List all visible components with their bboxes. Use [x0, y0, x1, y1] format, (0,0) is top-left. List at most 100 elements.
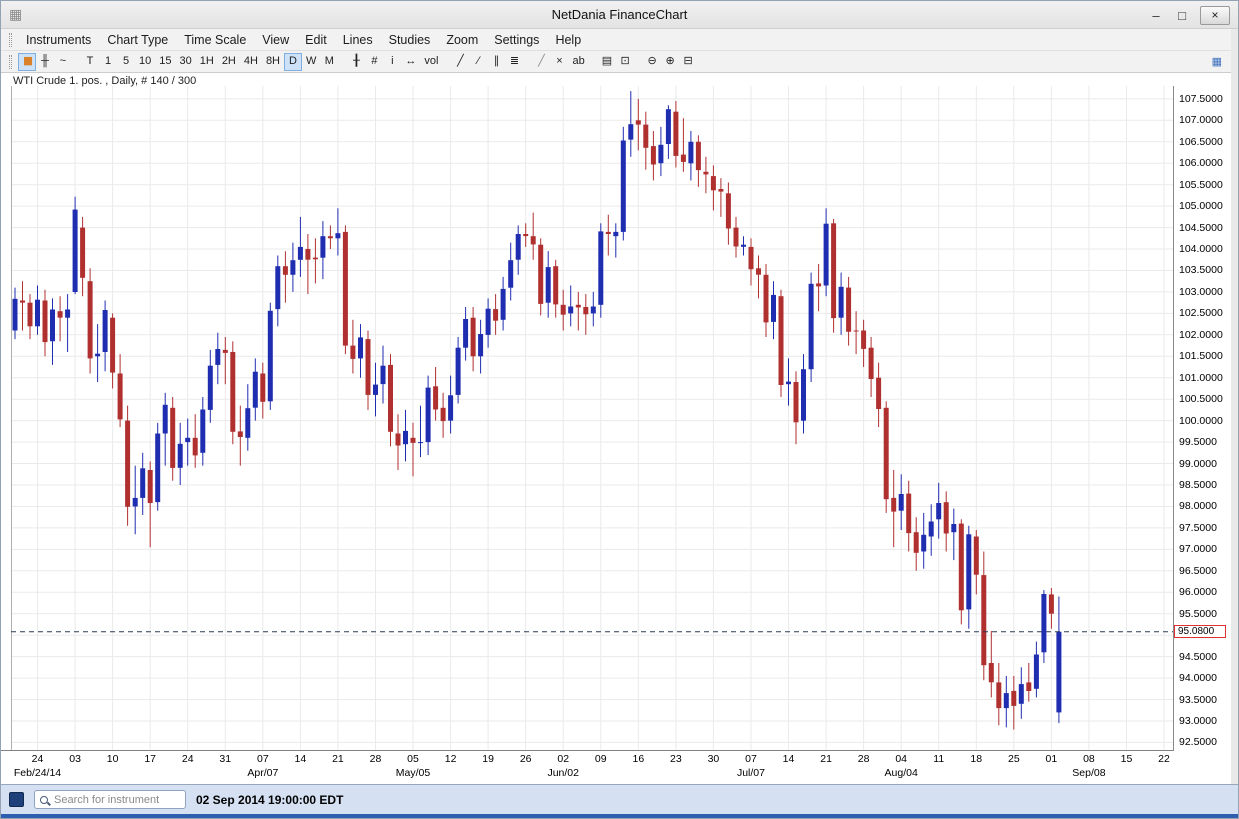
x-axis-week-label: 02	[548, 753, 578, 765]
toolbar-separator	[442, 53, 451, 71]
menu-bar: InstrumentsChart TypeTime ScaleViewEditL…	[1, 29, 1238, 51]
zoom-reset-button[interactable]: ⊟	[679, 53, 697, 71]
price-axis[interactable]: 107.5000107.0000106.5000106.0000105.5000…	[1173, 86, 1232, 751]
bottom-accent-strip	[1, 814, 1238, 819]
volume-indicator-button[interactable]: vol	[420, 53, 442, 71]
candlestick-series	[13, 91, 1062, 729]
chart-link-button[interactable]: ▦	[1208, 53, 1226, 71]
window-right-frame	[1231, 29, 1239, 784]
candlestick-chart[interactable]	[1, 86, 1173, 751]
y-axis-tick-label: 93.5000	[1179, 694, 1217, 706]
y-axis-tick-label: 100.5000	[1179, 393, 1223, 405]
menu-item-instruments[interactable]: Instruments	[18, 31, 99, 49]
ray-line-tool-button[interactable]: ∕	[469, 53, 487, 71]
fibonacci-tool-button[interactable]: ≣	[505, 53, 523, 71]
line-chart-button[interactable]: ~	[54, 53, 72, 71]
toolbar-buttons: ▮▮╫~T151015301H2H4H8HDWM╂#i↔vol╱∕∥≣╱×ab▤…	[18, 53, 697, 71]
interval-8h-button[interactable]: 8H	[262, 53, 284, 71]
instrument-search-box[interactable]	[34, 790, 186, 809]
edit-lines-button[interactable]: ╱	[532, 53, 550, 71]
time-axis[interactable]: 2403101724310714212805121926020916233007…	[1, 751, 1173, 783]
zoom-in-button[interactable]: ⊕	[661, 53, 679, 71]
interval-30m-button[interactable]: 30	[176, 53, 196, 71]
y-axis-tick-label: 101.5000	[1179, 350, 1223, 362]
x-axis-week-label: 21	[811, 753, 841, 765]
y-axis-tick-label: 105.0000	[1179, 200, 1223, 212]
title-bar[interactable]: ▦ NetDania FinanceChart – □ ×	[1, 1, 1238, 29]
y-axis-tick-label: 93.0000	[1179, 715, 1217, 727]
expand-horizontal-button[interactable]: ↔	[401, 53, 420, 71]
x-axis-week-label: 10	[98, 753, 128, 765]
interval-tick-button[interactable]: T	[81, 53, 99, 71]
interval-10m-button[interactable]: 10	[135, 53, 155, 71]
search-input[interactable]	[52, 793, 172, 807]
y-axis-tick-label: 107.0000	[1179, 114, 1223, 126]
x-axis-week-label: 15	[1111, 753, 1141, 765]
x-axis-week-label: 08	[1074, 753, 1104, 765]
y-axis-tick-label: 99.5000	[1179, 436, 1217, 448]
interval-1h-button[interactable]: 1H	[196, 53, 218, 71]
y-axis-tick-label: 103.0000	[1179, 286, 1223, 298]
maximize-button[interactable]: □	[1174, 8, 1190, 23]
menu-item-view[interactable]: View	[254, 31, 297, 49]
channel-tool-button[interactable]: ∥	[487, 53, 505, 71]
y-axis-tick-label: 96.0000	[1179, 586, 1217, 598]
text-label-tool-button[interactable]: ab	[568, 53, 588, 71]
menu-grip-handle[interactable]	[9, 33, 12, 47]
x-axis-month-label: Feb/24/14	[3, 767, 73, 779]
y-axis-tick-label: 98.5000	[1179, 479, 1217, 491]
y-axis-tick-label: 94.0000	[1179, 672, 1217, 684]
menu-item-lines[interactable]: Lines	[335, 31, 381, 49]
menu-item-studies[interactable]: Studies	[381, 31, 439, 49]
y-axis-tick-label: 92.5000	[1179, 736, 1217, 748]
menu-item-edit[interactable]: Edit	[297, 31, 335, 49]
close-button[interactable]: ×	[1200, 6, 1230, 25]
interval-5m-button[interactable]: 5	[117, 53, 135, 71]
menu-item-zoom[interactable]: Zoom	[438, 31, 486, 49]
menu-item-settings[interactable]: Settings	[486, 31, 547, 49]
y-axis-tick-label: 95.5000	[1179, 608, 1217, 620]
toolbar-separator	[634, 53, 643, 71]
x-axis-week-label: 11	[924, 753, 954, 765]
x-axis-week-label: 24	[173, 753, 203, 765]
zoom-out-button[interactable]: ⊖	[643, 53, 661, 71]
info-tool-button[interactable]: i	[383, 53, 401, 71]
toolbar-separator	[589, 53, 598, 71]
interval-15m-button[interactable]: 15	[155, 53, 175, 71]
minimize-button[interactable]: –	[1148, 8, 1164, 23]
interval-2h-button[interactable]: 2H	[218, 53, 240, 71]
y-axis-tick-label: 97.0000	[1179, 543, 1217, 555]
trend-line-tool-button[interactable]: ╱	[451, 53, 469, 71]
current-price-label: 95.0800	[1174, 625, 1226, 638]
y-axis-tick-label: 105.5000	[1179, 179, 1223, 191]
toolbar-grip-handle[interactable]	[9, 55, 12, 69]
x-axis-month-label: Aug/04	[866, 767, 936, 779]
x-axis-week-label: 14	[774, 753, 804, 765]
crosshair-tool-button[interactable]: ╂	[347, 53, 365, 71]
x-axis-week-label: 17	[135, 753, 165, 765]
zoom-area-button[interactable]: ⊡	[616, 53, 634, 71]
y-axis-tick-label: 101.0000	[1179, 372, 1223, 384]
y-axis-tick-label: 94.5000	[1179, 651, 1217, 663]
delete-lines-button[interactable]: ×	[550, 53, 568, 71]
candlestick-chart-button[interactable]: ▮▮	[18, 53, 36, 71]
grid-layer	[11, 86, 1173, 750]
ohlc-bar-chart-button[interactable]: ╫	[36, 53, 54, 71]
x-axis-month-label: May/05	[378, 767, 448, 779]
interval-1m-button[interactable]: 1	[99, 53, 117, 71]
menu-item-help[interactable]: Help	[547, 31, 589, 49]
x-axis-week-label: 01	[1036, 753, 1066, 765]
x-axis-month-label: Jun/02	[528, 767, 598, 779]
menu-item-time-scale[interactable]: Time Scale	[176, 31, 254, 49]
x-axis-week-label: 28	[360, 753, 390, 765]
x-axis-month-label: Sep/08	[1054, 767, 1124, 779]
interval-4h-button[interactable]: 4H	[240, 53, 262, 71]
print-button[interactable]: ▤	[598, 53, 616, 71]
grid-toggle-button[interactable]: #	[365, 53, 383, 71]
menu-item-chart-type[interactable]: Chart Type	[99, 31, 176, 49]
interval-monthly-button[interactable]: M	[320, 53, 338, 71]
search-icon	[40, 796, 48, 804]
interval-weekly-button[interactable]: W	[302, 53, 320, 71]
quote-timestamp: 02 Sep 2014 19:00:00 EDT	[196, 793, 343, 807]
interval-daily-button[interactable]: D	[284, 53, 302, 71]
